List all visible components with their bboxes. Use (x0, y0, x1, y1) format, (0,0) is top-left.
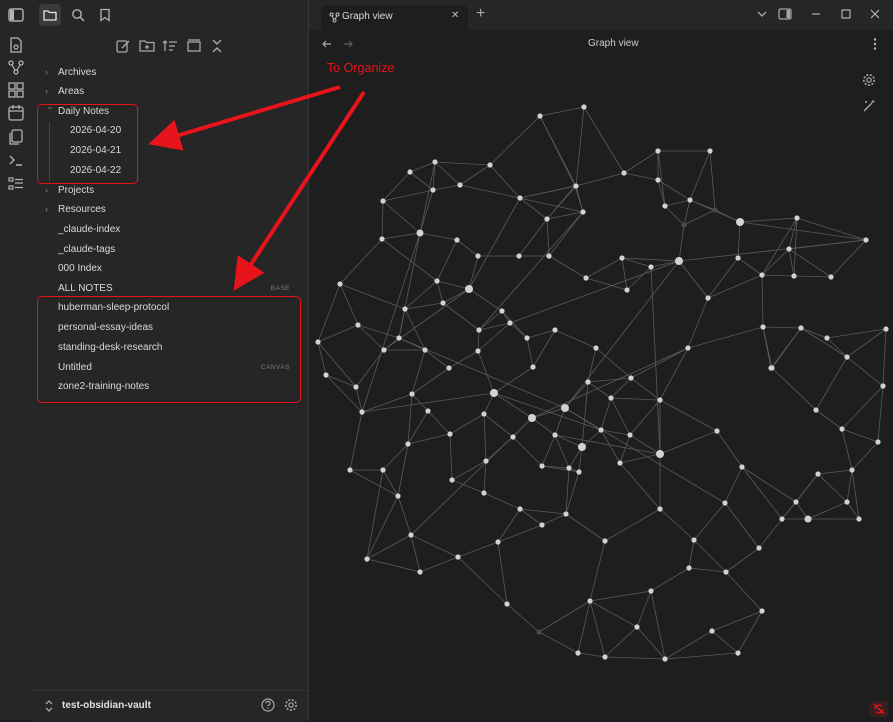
annotation-label: To Organize (327, 61, 394, 75)
annotation-overlay: To Organize (148, 61, 394, 291)
annotation-arrow-root-files (233, 90, 366, 291)
annotation-arrow-daily-notes (148, 85, 341, 151)
